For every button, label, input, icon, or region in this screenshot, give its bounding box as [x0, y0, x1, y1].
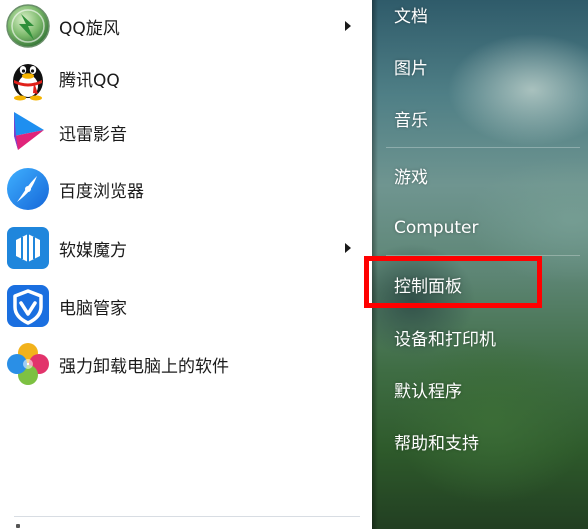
program-item-baidu-browser[interactable]: 百度浏览器 [0, 163, 366, 215]
place-label: 音乐 [394, 110, 428, 131]
program-item-tencent-qq[interactable]: 腾讯QQ [0, 52, 366, 104]
program-label: 迅雷影音 [59, 124, 127, 145]
pc-manager-shield-icon [4, 282, 52, 330]
place-label: Computer [394, 218, 479, 238]
place-label: 图片 [394, 58, 428, 79]
all-programs-arrow-icon[interactable] [16, 524, 20, 528]
place-label: 游戏 [394, 167, 428, 188]
place-item-documents[interactable]: 文档 [376, 0, 582, 36]
places-pane: 文档 图片 音乐 游戏 Computer 控制面板 设备和打印机 默认程序 帮助… [372, 0, 588, 529]
place-item-games[interactable]: 游戏 [376, 153, 582, 197]
xunlei-player-icon [4, 108, 52, 156]
program-item-ruanmei-mofang[interactable]: 软媒魔方 [0, 222, 366, 274]
ruanmei-mofang-icon [4, 224, 52, 272]
program-label: 强力卸载电脑上的软件 [59, 356, 229, 377]
program-label: QQ旋风 [59, 18, 120, 39]
all-programs-divider [14, 516, 360, 517]
program-item-qq-whirlwind[interactable]: QQ旋风 [0, 0, 366, 52]
place-item-default-programs[interactable]: 默认程序 [376, 367, 582, 411]
places-separator [386, 147, 580, 148]
places-separator [386, 255, 580, 256]
place-item-music[interactable]: 音乐 [376, 96, 582, 140]
qq-whirlwind-icon [4, 2, 52, 50]
place-label: 设备和打印机 [394, 329, 496, 350]
place-label: 默认程序 [394, 381, 462, 402]
program-label: 软媒魔方 [59, 240, 127, 261]
place-label: 文档 [394, 6, 428, 27]
submenu-arrow-icon [345, 243, 351, 253]
program-label: 电脑管家 [59, 298, 127, 319]
place-item-help-support[interactable]: 帮助和支持 [376, 419, 582, 463]
baidu-browser-icon [4, 165, 52, 213]
place-item-devices-printers[interactable]: 设备和打印机 [376, 315, 582, 359]
place-label: 控制面板 [394, 276, 462, 297]
program-label: 百度浏览器 [59, 181, 144, 202]
uninstall-clover-icon [4, 340, 52, 388]
program-label: 腾讯QQ [59, 70, 120, 91]
program-item-pc-manager[interactable]: 电脑管家 [0, 280, 366, 332]
program-item-xunlei-player[interactable]: 迅雷影音 [0, 106, 366, 158]
place-item-computer[interactable]: Computer [376, 206, 582, 250]
qq-penguin-icon [4, 54, 52, 102]
place-label: 帮助和支持 [394, 433, 479, 454]
programs-pane: QQ旋风 腾讯QQ 迅雷影音 百度浏览器 软媒魔方 电脑管家 强力卸载电脑上的软… [0, 0, 372, 529]
program-item-uninstall-software[interactable]: 强力卸载电脑上的软件 [0, 338, 366, 390]
submenu-arrow-icon [345, 21, 351, 31]
place-item-control-panel[interactable]: 控制面板 [376, 262, 582, 306]
place-item-pictures[interactable]: 图片 [376, 44, 582, 88]
